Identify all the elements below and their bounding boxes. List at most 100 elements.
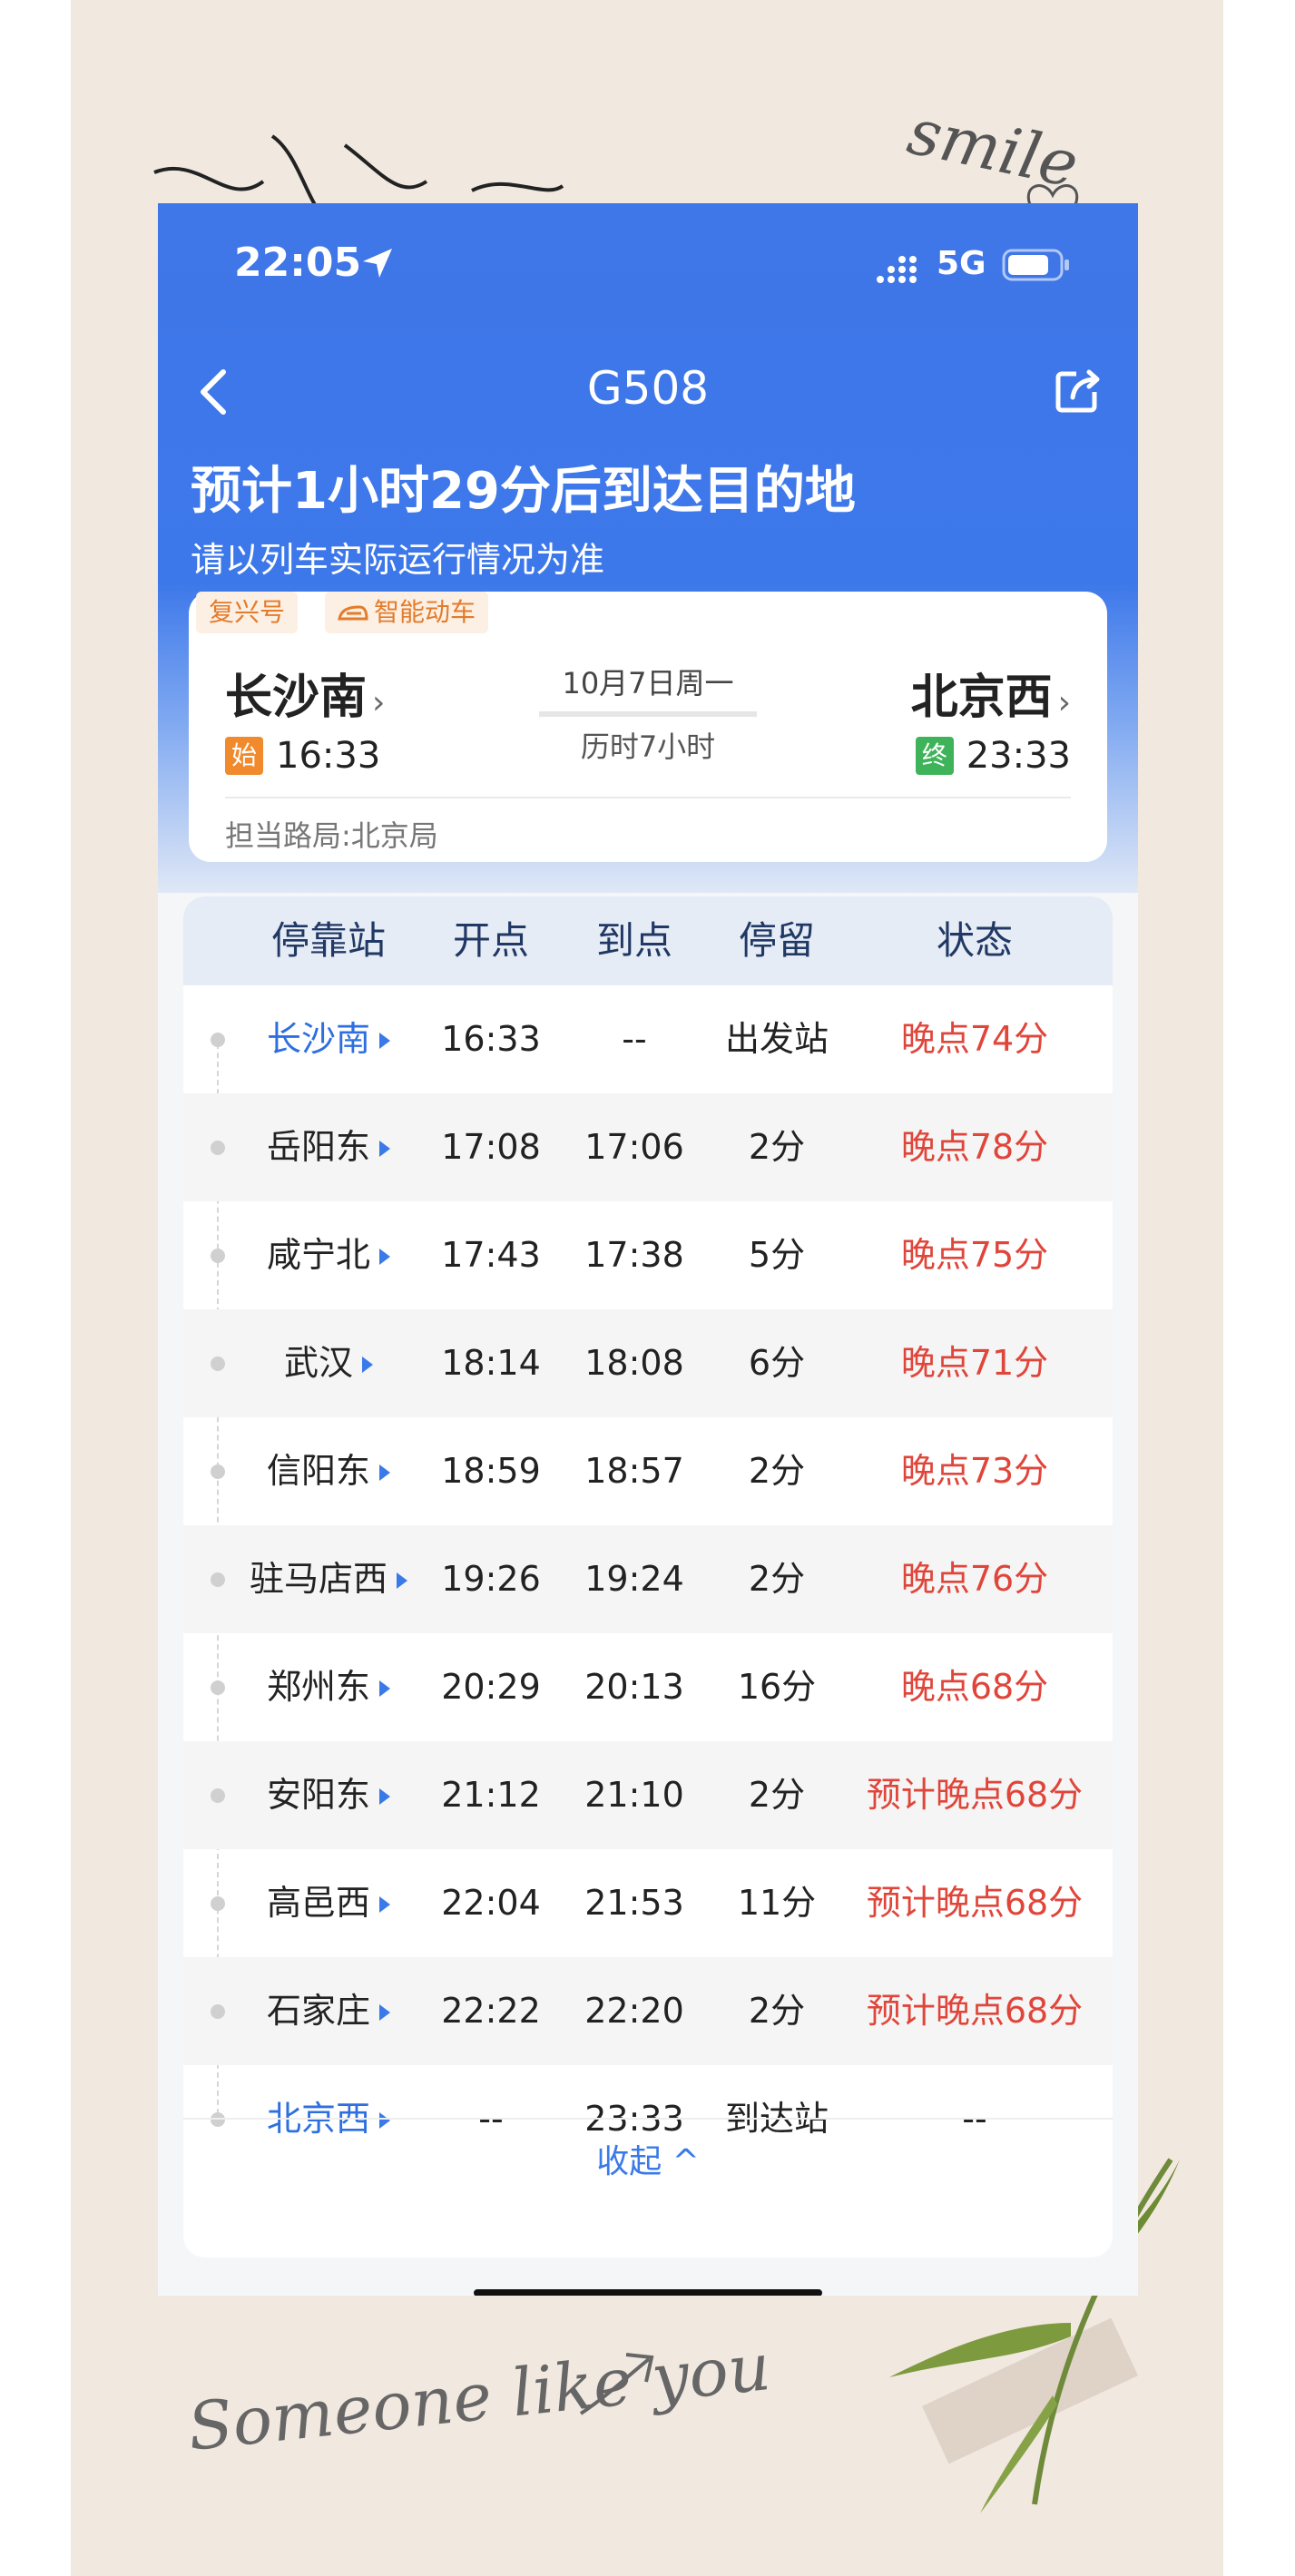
stop-arrive: 17:38 (584, 1235, 684, 1275)
timeline-dot (211, 1249, 225, 1263)
stop-station-name: 信阳东 (266, 1451, 370, 1491)
stop-arrive: 21:53 (584, 1883, 684, 1923)
stop-status: 预计晚点68分 (866, 1775, 1084, 1815)
duration-arrow-line (539, 711, 757, 717)
timeline-dot (211, 2004, 225, 2019)
stop-status: 晚点78分 (900, 1127, 1049, 1167)
eta-heading: 预计1小时29分后到达目的地 (191, 462, 856, 521)
triangle-right-icon (379, 1141, 390, 1157)
share-icon[interactable] (1053, 365, 1104, 416)
stop-station-name: 武汉 (283, 1343, 353, 1383)
stop-status: 预计晚点68分 (866, 1883, 1084, 1923)
stop-station-name: 长沙南 (266, 1019, 370, 1059)
table-row[interactable]: 武汉 18:14 18:08 6分 晚点71分 (183, 1309, 1113, 1417)
table-header: 停靠站 开点 到点 停留 状态 (183, 896, 1113, 985)
stop-station-name: 驻马店西 (249, 1559, 388, 1599)
table-row[interactable]: 高邑西 22:04 21:53 11分 预计晚点68分 (183, 1849, 1113, 1957)
header-station: 停靠站 (270, 918, 386, 963)
network-type: 5G (937, 245, 986, 282)
stop-depart: 20:29 (441, 1667, 541, 1707)
stop-duration: 2分 (748, 1775, 806, 1815)
stop-station[interactable]: 石家庄 (238, 1957, 419, 2065)
table-row[interactable]: 驻马店西 19:26 19:24 2分 晚点76分 (183, 1525, 1113, 1633)
triangle-right-icon (379, 1788, 390, 1805)
stop-status: 晚点73分 (900, 1451, 1049, 1491)
stop-arrive: 18:08 (584, 1343, 684, 1383)
timeline-dot (211, 1141, 225, 1155)
stop-duration: 6分 (748, 1343, 806, 1383)
triangle-right-icon (379, 1249, 390, 1265)
triangle-right-icon (397, 1572, 407, 1589)
header-depart: 开点 (452, 918, 529, 963)
home-indicator (474, 2289, 822, 2296)
card-divider (225, 797, 1071, 798)
stop-station-name: 郑州东 (266, 1667, 370, 1707)
battery-icon (1002, 249, 1069, 281)
timeline-dot (211, 1033, 225, 1047)
stop-station-name: 安阳东 (266, 1775, 370, 1815)
header-stop: 停留 (738, 918, 815, 963)
table-row[interactable]: 郑州东 20:29 20:13 16分 晚点68分 (183, 1633, 1113, 1741)
phone-screenshot: 22:05 5G G508 预计1小时29分后到达目的地 请以列车实际运行情况为… (158, 203, 1138, 2296)
stop-depart: 22:04 (441, 1883, 541, 1923)
stop-station-name: 咸宁北 (266, 1235, 370, 1275)
stop-status: 晚点74分 (900, 1019, 1049, 1059)
stop-station[interactable]: 安阳东 (238, 1741, 419, 1849)
stop-station[interactable]: 信阳东 (238, 1417, 419, 1525)
stop-arrive: 20:13 (584, 1667, 684, 1707)
triangle-right-icon (362, 1357, 373, 1373)
timeline-dot (211, 1572, 225, 1587)
stop-status: 晚点68分 (900, 1667, 1049, 1707)
stop-duration: 5分 (748, 1235, 806, 1275)
stop-station-name: 高邑西 (266, 1883, 370, 1923)
stop-depart: 19:26 (441, 1559, 541, 1599)
stop-depart: 18:14 (441, 1343, 541, 1383)
stop-station[interactable]: 岳阳东 (238, 1093, 419, 1201)
cellular-signal-icon (877, 256, 917, 283)
stop-duration: 2分 (748, 1559, 806, 1599)
train-info-card: 复兴号 智能动车 长沙南 › 北京西 › 始 16:33 终 23:33 10月7日周一… (189, 592, 1107, 862)
triangle-right-icon (379, 2004, 390, 2021)
stop-arrive: 22:20 (584, 1991, 684, 2031)
collapse-divider (183, 2118, 1113, 2120)
stop-duration: 出发站 (724, 1019, 829, 1059)
stop-duration: 2分 (748, 1991, 806, 2031)
collapse-button[interactable]: 收起 ^ (183, 2121, 1113, 2203)
stop-arrive: 18:57 (584, 1451, 684, 1491)
stop-arrive: 21:10 (584, 1775, 684, 1815)
header-status: 状态 (936, 918, 1013, 963)
table-row[interactable]: 安阳东 21:12 21:10 2分 预计晚点68分 (183, 1741, 1113, 1849)
stop-depart: 22:22 (441, 1991, 541, 2031)
table-row[interactable]: 长沙南 16:33 -- 出发站 晚点74分 (183, 985, 1113, 1093)
stop-station[interactable]: 高邑西 (238, 1849, 419, 1957)
stop-depart: 16:33 (441, 1019, 541, 1059)
table-row[interactable]: 石家庄 22:22 22:20 2分 预计晚点68分 (183, 1957, 1113, 2065)
stop-station[interactable]: 郑州东 (238, 1633, 419, 1741)
stop-arrive: 17:06 (584, 1127, 684, 1167)
stop-status: 晚点75分 (900, 1235, 1049, 1275)
eta-subtitle: 请以列车实际运行情况为准 (191, 540, 605, 580)
operating-bureau: 担当路局:北京局 (225, 818, 438, 853)
stop-arrive: -- (622, 1019, 647, 1059)
status-time: 22:05 (234, 240, 362, 286)
stop-duration: 11分 (737, 1883, 817, 1923)
stop-status: 晚点71分 (900, 1343, 1049, 1383)
stop-station[interactable]: 长沙南 (238, 985, 419, 1093)
stop-station[interactable]: 驻马店西 (238, 1525, 419, 1633)
stops-table: 停靠站 开点 到点 停留 状态 长沙南 16:33 -- 出发站 晚点74分岳阳东 17:… (183, 896, 1113, 2258)
triangle-right-icon (379, 1033, 390, 1049)
stop-station[interactable]: 武汉 (238, 1309, 419, 1417)
table-row[interactable]: 咸宁北 17:43 17:38 5分 晚点75分 (183, 1201, 1113, 1309)
triangle-right-icon (379, 1680, 390, 1697)
stop-station[interactable]: 咸宁北 (238, 1201, 419, 1309)
status-bar: 22:05 5G (158, 240, 1138, 303)
table-row[interactable]: 岳阳东 17:08 17:06 2分 晚点78分 (183, 1093, 1113, 1201)
table-row[interactable]: 信阳东 18:59 18:57 2分 晚点73分 (183, 1417, 1113, 1525)
stop-duration: 2分 (748, 1127, 806, 1167)
travel-duration: 历时7小时 (580, 730, 716, 764)
stop-status: 预计晚点68分 (866, 1991, 1084, 2031)
stop-depart: 17:43 (441, 1235, 541, 1275)
stop-depart: 21:12 (441, 1775, 541, 1815)
timeline-dot (211, 1464, 225, 1479)
timeline-dot (211, 1896, 225, 1911)
